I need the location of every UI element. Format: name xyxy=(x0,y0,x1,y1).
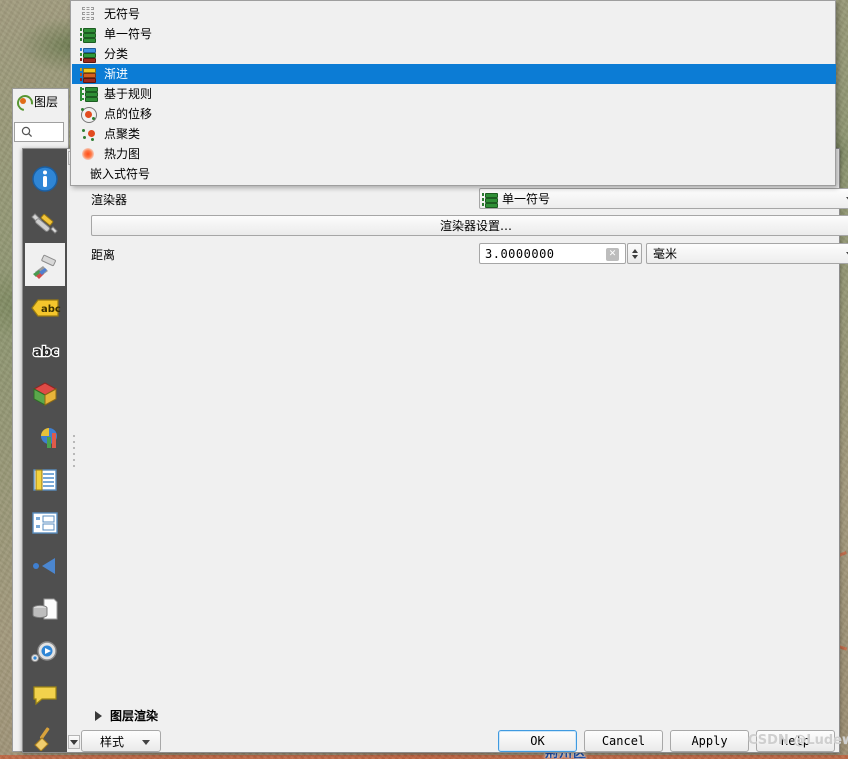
point-displacement-icon xyxy=(80,106,97,123)
distance-input-value: 3.0000000 xyxy=(485,246,555,261)
triangle-right-icon xyxy=(95,710,102,721)
point-cluster-icon xyxy=(80,126,96,142)
distance-stepper[interactable] xyxy=(627,243,642,264)
sidebar-item-diagrams[interactable] xyxy=(25,415,65,458)
stepper-down-icon[interactable] xyxy=(631,254,638,259)
symbology-panel: 渲染器 单一符号 渲染器设置… 距离 3.0000000 ✕ 毫米 图层渲染 xyxy=(81,149,848,752)
dropdown-item-label: 单一符号 xyxy=(104,27,153,41)
dropdown-item-heatmap[interactable]: 热力图 xyxy=(72,144,836,164)
dropdown-item-label: 分类 xyxy=(104,47,129,61)
database-page-icon xyxy=(32,598,58,619)
single-symbol-icon xyxy=(482,191,498,208)
sidebar-item-3d-view[interactable] xyxy=(25,372,65,415)
scroll-down-arrow-icon xyxy=(70,739,78,745)
renderer-dropdown-popup[interactable]: 无符号 单一符号 分类 渐进 基于规则 点的位移 点聚类 热力图 嵌入式符号 xyxy=(70,0,836,186)
dropdown-item-point-cluster[interactable]: 点聚类 xyxy=(72,124,836,144)
abc-outline-icon: abc xyxy=(32,343,60,360)
panel-splitter-handle[interactable] xyxy=(67,431,81,471)
info-icon xyxy=(32,165,58,192)
dropdown-item-label: 渐进 xyxy=(104,67,129,81)
dropdown-item-point-displacement[interactable]: 点的位移 xyxy=(72,104,836,124)
graduated-icon xyxy=(80,66,96,83)
renderer-label: 渲染器 xyxy=(91,193,128,207)
dropdown-item-graduated[interactable]: 渐进 xyxy=(72,64,836,84)
ok-button[interactable]: OK xyxy=(498,730,577,752)
dropdown-item-label: 嵌入式符号 xyxy=(90,167,151,181)
sidebar-item-symbology[interactable] xyxy=(25,243,65,286)
heatmap-icon xyxy=(80,146,96,162)
renderer-settings-button[interactable]: 渲染器设置… xyxy=(91,215,848,236)
search-icon xyxy=(21,126,33,138)
dropdown-item-rule-based[interactable]: 基于规则 xyxy=(72,84,836,104)
layer-rendering-expander[interactable]: 图层渲染 xyxy=(95,707,158,724)
screen-root: 荆州区 图层 xyxy=(0,0,848,759)
dropdown-item-label: 点的位移 xyxy=(104,107,153,121)
dropdown-item-label: 基于规则 xyxy=(104,87,153,101)
sidebar-item-labels[interactable]: abc xyxy=(25,286,65,329)
join-arrow-icon xyxy=(33,557,55,574)
rule-based-icon xyxy=(80,86,98,102)
stepper-up-icon[interactable] xyxy=(631,248,638,253)
map-road xyxy=(0,755,848,759)
style-button[interactable]: 样式 xyxy=(81,730,161,752)
svg-text:abc: abc xyxy=(41,304,61,315)
sidebar-item-masks[interactable]: abc xyxy=(25,329,65,372)
distance-label: 距离 xyxy=(91,248,116,262)
dropdown-item-label: 热力图 xyxy=(104,147,141,161)
sidebar-item-display[interactable] xyxy=(25,673,65,716)
embedded-symbols-icon xyxy=(74,166,90,182)
distance-input[interactable]: 3.0000000 ✕ xyxy=(479,243,626,264)
style-button-label: 样式 xyxy=(100,734,125,749)
layers-dock-title-label: 图层 xyxy=(34,94,59,109)
renderer-combobox[interactable]: 单一符号 xyxy=(479,188,848,209)
dropdown-item-embedded-symbols[interactable]: 嵌入式符号 xyxy=(72,164,836,184)
qgis-logo-icon xyxy=(13,91,37,114)
layer-rendering-label: 图层渲染 xyxy=(110,709,159,723)
layers-dock-title: 图层 xyxy=(13,90,61,114)
apply-button[interactable]: Apply xyxy=(670,730,749,752)
clear-value-icon[interactable]: ✕ xyxy=(606,248,619,261)
dropdown-item-single-symbol[interactable]: 单一符号 xyxy=(72,24,836,44)
dropdown-item-no-symbols[interactable]: 无符号 xyxy=(72,4,836,24)
sidebar-item-fields[interactable] xyxy=(25,458,65,501)
renderer-combobox-value: 单一符号 xyxy=(502,192,551,206)
sidebar-item-auxiliary-storage[interactable] xyxy=(25,587,65,630)
wrench-pencil-icon xyxy=(31,212,58,234)
categorized-icon xyxy=(80,46,96,63)
distance-unit-combobox[interactable]: 毫米 xyxy=(646,243,848,264)
sidebar-item-actions[interactable] xyxy=(25,630,65,673)
broom-icon xyxy=(34,726,50,751)
tab-strip-scroll-down-button[interactable] xyxy=(68,735,80,749)
pie-bar-chart-icon xyxy=(41,427,57,448)
cancel-button[interactable]: Cancel xyxy=(584,730,663,752)
dropdown-item-categorized[interactable]: 分类 xyxy=(72,44,836,64)
sidebar-item-attributes-form[interactable] xyxy=(25,501,65,544)
paintbrush-icon xyxy=(33,254,56,279)
gear-play-icon xyxy=(30,640,57,662)
red-cube-icon xyxy=(32,381,58,406)
sidebar-item-information[interactable] xyxy=(25,157,65,200)
distance-unit-value: 毫米 xyxy=(653,247,678,261)
svg-text:abc: abc xyxy=(33,345,59,360)
single-symbol-icon xyxy=(80,26,96,43)
dropdown-item-label: 无符号 xyxy=(104,7,141,21)
sidebar-item-joins[interactable] xyxy=(25,544,65,587)
abc-yellow-icon: abc xyxy=(31,298,61,317)
dropdown-item-label: 点聚类 xyxy=(104,127,141,141)
table-ruler-icon xyxy=(33,468,57,491)
sidebar-item-source[interactable] xyxy=(25,200,65,243)
speech-bubble-icon xyxy=(33,685,57,705)
form-layout-icon xyxy=(32,511,58,534)
sidebar-item-rendering[interactable] xyxy=(25,716,65,759)
layers-search-input[interactable] xyxy=(14,122,64,142)
chevron-down-icon xyxy=(142,740,150,745)
help-button[interactable]: Help xyxy=(756,730,835,752)
properties-tab-strip: abc abc xyxy=(23,149,67,752)
layer-properties-dialog: abc abc 渲染器 单一符号 渲染器设置… 距离 3.0000000 ✕ 毫… xyxy=(22,148,848,753)
no-symbols-icon xyxy=(80,6,96,22)
